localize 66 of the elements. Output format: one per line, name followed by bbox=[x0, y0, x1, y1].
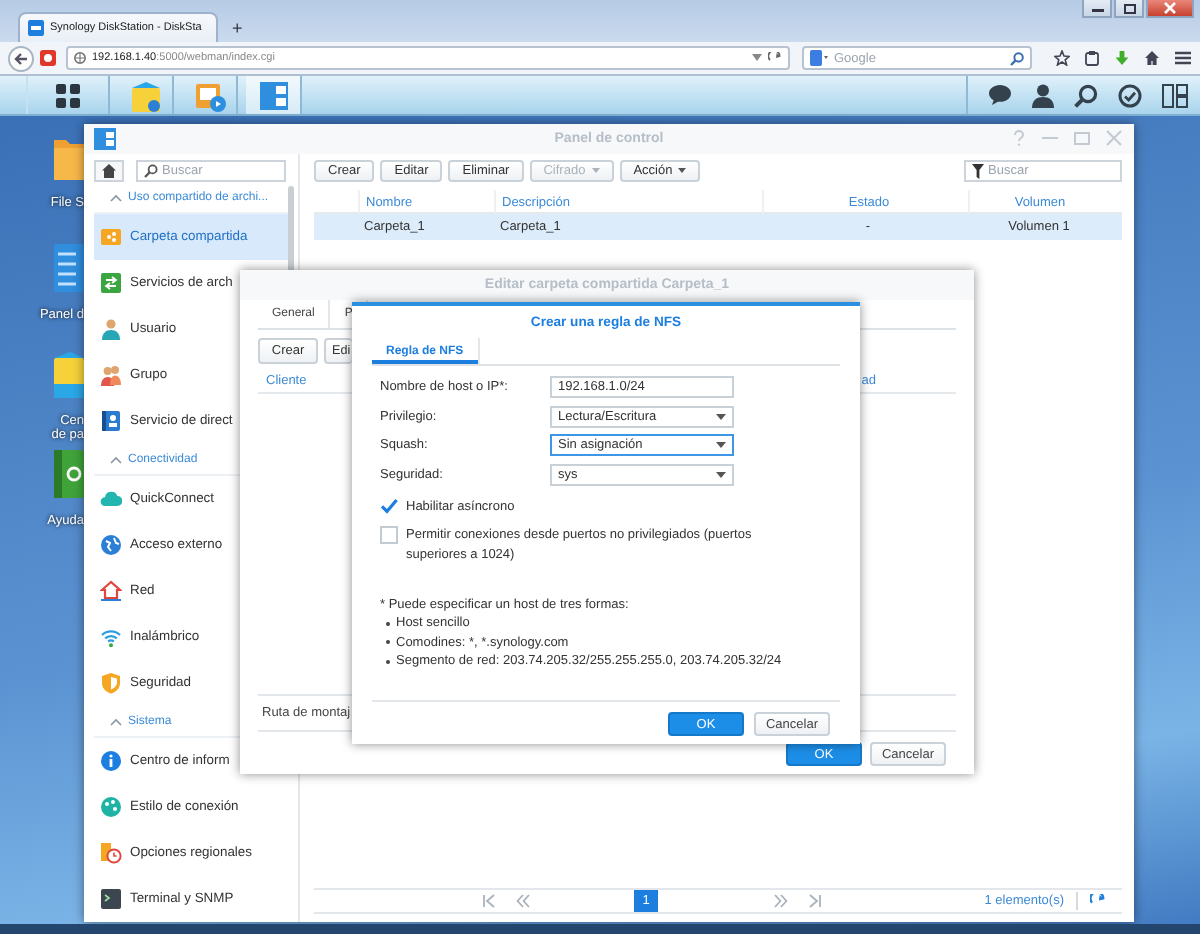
panel-icon bbox=[257, 79, 289, 111]
maximize-icon bbox=[1123, 3, 1135, 13]
chevron-up-icon[interactable] bbox=[110, 455, 122, 463]
caret-icon bbox=[591, 168, 600, 174]
chevron-up-icon[interactable] bbox=[110, 717, 122, 725]
download-icon[interactable] bbox=[1114, 50, 1130, 66]
globe-icon bbox=[100, 534, 122, 556]
first-page-icon[interactable] bbox=[482, 894, 496, 908]
caret-icon bbox=[716, 413, 726, 419]
bag-icon bbox=[129, 79, 161, 111]
exchange-icon bbox=[100, 272, 122, 294]
group-icon bbox=[100, 364, 122, 386]
back-icon[interactable] bbox=[8, 45, 34, 71]
terminal-icon bbox=[100, 888, 122, 910]
grid-icon bbox=[56, 83, 80, 107]
globe-icon bbox=[74, 52, 86, 64]
dropdown-icon[interactable] bbox=[752, 54, 762, 62]
star-icon[interactable] bbox=[1054, 50, 1070, 66]
new-tab-button[interactable]: + bbox=[226, 18, 249, 42]
checkbox[interactable] bbox=[380, 526, 398, 545]
caret-icon bbox=[716, 442, 726, 448]
check-icon bbox=[380, 498, 398, 514]
chevron-up-icon[interactable] bbox=[110, 193, 122, 201]
search-icon[interactable] bbox=[1010, 51, 1024, 65]
caret-icon bbox=[716, 471, 726, 477]
main-menu-button[interactable] bbox=[26, 76, 110, 114]
gauge-icon[interactable] bbox=[1118, 83, 1142, 107]
wifi-icon bbox=[100, 626, 122, 648]
user-icon bbox=[100, 318, 122, 340]
clipboard-icon[interactable] bbox=[1084, 50, 1100, 66]
chat-icon[interactable] bbox=[988, 84, 1012, 106]
menu-icon[interactable] bbox=[1174, 50, 1192, 66]
last-page-icon[interactable] bbox=[808, 894, 822, 908]
widgets-icon[interactable] bbox=[1162, 83, 1188, 107]
checklist-icon[interactable] bbox=[54, 244, 84, 292]
alert-icon[interactable] bbox=[40, 50, 56, 66]
minimize-button[interactable] bbox=[1082, 0, 1112, 18]
close-button[interactable] bbox=[1146, 0, 1194, 18]
cloud-icon bbox=[100, 488, 122, 510]
search-icon[interactable] bbox=[1074, 83, 1098, 107]
id-card-icon bbox=[100, 410, 122, 432]
palette-icon bbox=[100, 796, 122, 818]
filter-icon bbox=[972, 163, 984, 179]
help-book-icon[interactable] bbox=[54, 450, 84, 498]
checkbox[interactable] bbox=[380, 497, 398, 515]
home-button[interactable] bbox=[94, 160, 124, 182]
next-page-icon[interactable] bbox=[774, 894, 788, 908]
bag-icon[interactable] bbox=[54, 350, 84, 398]
maximize-button[interactable] bbox=[1114, 0, 1144, 18]
clock-icon bbox=[100, 842, 122, 864]
home-icon bbox=[102, 164, 116, 178]
caret-icon bbox=[678, 168, 687, 174]
close-icon bbox=[1164, 2, 1176, 14]
search-icon bbox=[144, 164, 158, 178]
search-engine-icon bbox=[810, 50, 828, 66]
shield-icon bbox=[100, 672, 122, 694]
taskbar-app[interactable] bbox=[246, 76, 302, 114]
favicon-icon bbox=[28, 20, 44, 36]
house-icon bbox=[100, 580, 122, 602]
share-folder-icon bbox=[100, 226, 122, 248]
media-icon bbox=[193, 79, 225, 111]
minimize-icon bbox=[1091, 4, 1103, 12]
home-icon[interactable] bbox=[1144, 50, 1160, 66]
previous-page-icon[interactable] bbox=[516, 894, 530, 908]
info-icon bbox=[100, 750, 122, 772]
user-icon[interactable] bbox=[1032, 83, 1054, 107]
